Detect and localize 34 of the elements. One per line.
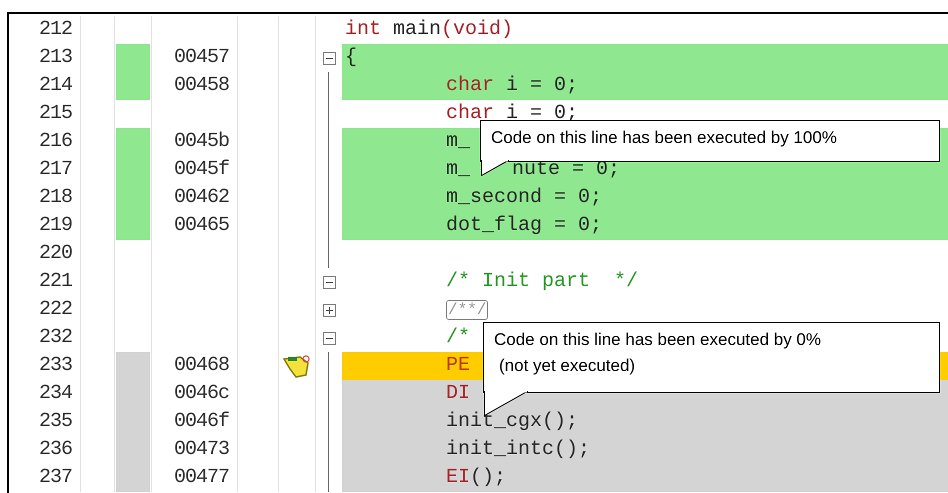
- fold-toggle[interactable]: [322, 304, 336, 316]
- address-text: 0046c: [174, 382, 229, 405]
- address-text: 00462: [174, 186, 229, 209]
- line-number: 219: [38, 214, 72, 237]
- line-number: 214: [38, 74, 72, 97]
- line-number: 235: [38, 410, 72, 433]
- address-text: 0045f: [174, 158, 229, 181]
- line-number: 215: [38, 102, 72, 125]
- line-number: 218: [38, 186, 72, 209]
- line-number: 221: [38, 270, 72, 293]
- line-number: 216: [38, 130, 72, 153]
- line-number: 222: [38, 298, 72, 321]
- line-number: 237: [38, 466, 72, 489]
- address-text: 00468: [174, 354, 229, 377]
- address-text: 00473: [174, 438, 229, 461]
- line-number: 212: [38, 18, 72, 41]
- line-number: 220: [38, 242, 72, 265]
- address-text: 00458: [174, 74, 229, 97]
- address-text: 00477: [174, 466, 229, 489]
- address-text: 00465: [174, 214, 229, 237]
- fold-toggle[interactable]: [322, 276, 336, 288]
- line-number: 233: [38, 354, 72, 377]
- fold-toggle[interactable]: [322, 332, 336, 344]
- line-number: 213: [38, 46, 72, 69]
- address-text: 0046f: [174, 410, 229, 433]
- line-number: 232: [38, 326, 72, 349]
- line-number: 234: [38, 382, 72, 405]
- address-text: 00457: [174, 46, 229, 69]
- address-text: 0045b: [174, 130, 229, 153]
- line-number: 236: [38, 438, 72, 461]
- fold-toggle[interactable]: [322, 52, 336, 64]
- line-number: 217: [38, 158, 72, 181]
- pointer-hand-icon: [282, 353, 312, 379]
- callout-pointer: [481, 160, 511, 176]
